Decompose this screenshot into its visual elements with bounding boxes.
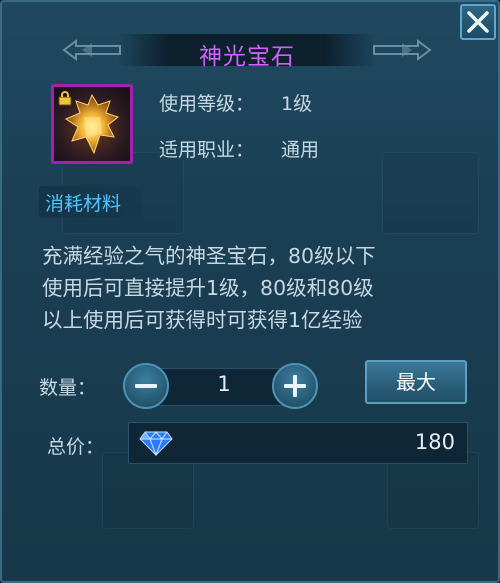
quantity-label: 数量： bbox=[39, 377, 97, 399]
minus-icon bbox=[135, 384, 157, 388]
lock-icon bbox=[58, 91, 72, 106]
item-type-tag: 消耗材料 bbox=[39, 186, 141, 218]
dialog-title: 神光宝石 bbox=[199, 44, 295, 70]
total-price-label: 总价： bbox=[47, 436, 105, 458]
decrease-button[interactable] bbox=[123, 363, 169, 409]
item-slot bbox=[51, 84, 133, 164]
max-button[interactable]: 最大 bbox=[365, 360, 467, 404]
class-value: 通用 bbox=[281, 139, 320, 161]
item-description: 充满经验之气的神圣宝石，80级以下 使用后可直接提升1级，80级和80级 以上使… bbox=[42, 240, 462, 336]
description-line: 使用后可直接提升1级，80级和80级 bbox=[42, 276, 374, 300]
close-icon bbox=[467, 11, 489, 33]
diamond-icon bbox=[139, 431, 173, 457]
item-type-label: 消耗材料 bbox=[45, 193, 122, 215]
background-slot bbox=[382, 152, 479, 234]
class-label: 适用职业： bbox=[159, 139, 255, 161]
plus-icon bbox=[284, 375, 306, 397]
level-label: 使用等级： bbox=[159, 93, 255, 115]
total-price-value: 180 bbox=[414, 430, 455, 454]
close-button[interactable] bbox=[460, 4, 496, 40]
description-line: 充满经验之气的神圣宝石，80级以下 bbox=[42, 244, 376, 268]
title-bar: 神光宝石 bbox=[62, 32, 432, 70]
purchase-dialog: 神光宝石 使用等级： 1级 适用职业： 通用 消耗材料 充满经验之气的神圣宝石，… bbox=[0, 0, 500, 583]
level-value: 1级 bbox=[281, 93, 313, 115]
increase-button[interactable] bbox=[272, 363, 318, 409]
description-line: 以上使用后可获得时可获得1亿经验 bbox=[42, 308, 363, 332]
total-price-field: 180 bbox=[128, 422, 468, 464]
